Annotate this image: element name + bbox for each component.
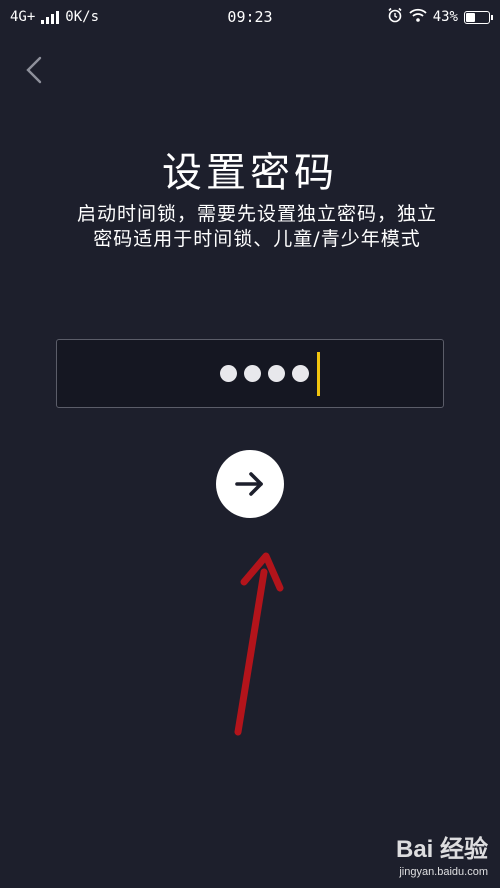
chevron-left-icon (26, 56, 42, 84)
status-bar: 4G+ 0K/s 09:23 43% (0, 0, 500, 34)
next-button[interactable] (216, 450, 284, 518)
password-dot (268, 365, 285, 382)
screen: 4G+ 0K/s 09:23 43% 设置密码 启动时间锁，需要先设置独立密码，… (0, 0, 500, 888)
watermark-site: jingyan.baidu.com (399, 866, 488, 878)
battery-icon (464, 10, 493, 24)
annotation-arrow (234, 552, 284, 736)
text-caret (317, 351, 320, 396)
battery-fill (466, 12, 476, 22)
password-dot (292, 365, 309, 382)
arrow-right-icon (235, 472, 263, 496)
alarm-icon (387, 7, 403, 27)
signal-icon (41, 10, 60, 24)
watermark: Bai 经验 jingyan.baidu.com (396, 829, 488, 878)
watermark-logo: Bai 经验 (395, 836, 488, 863)
password-dot (220, 365, 237, 382)
page-title: 设置密码 (162, 150, 338, 196)
wifi-icon (409, 8, 427, 26)
network-speed: 0K/s (65, 9, 100, 25)
page-description: 启动时间锁，需要先设置独立密码，独立密码适用于时间锁、儿童/青少年模式 (76, 203, 437, 250)
battery-percent: 43% (432, 9, 458, 25)
status-left: 4G+ 0K/s (10, 9, 99, 25)
status-right: 43% (387, 7, 493, 27)
password-dot (244, 365, 261, 382)
network-type: 4G+ (10, 9, 36, 25)
password-input[interactable] (56, 339, 444, 408)
back-button[interactable] (16, 52, 52, 88)
